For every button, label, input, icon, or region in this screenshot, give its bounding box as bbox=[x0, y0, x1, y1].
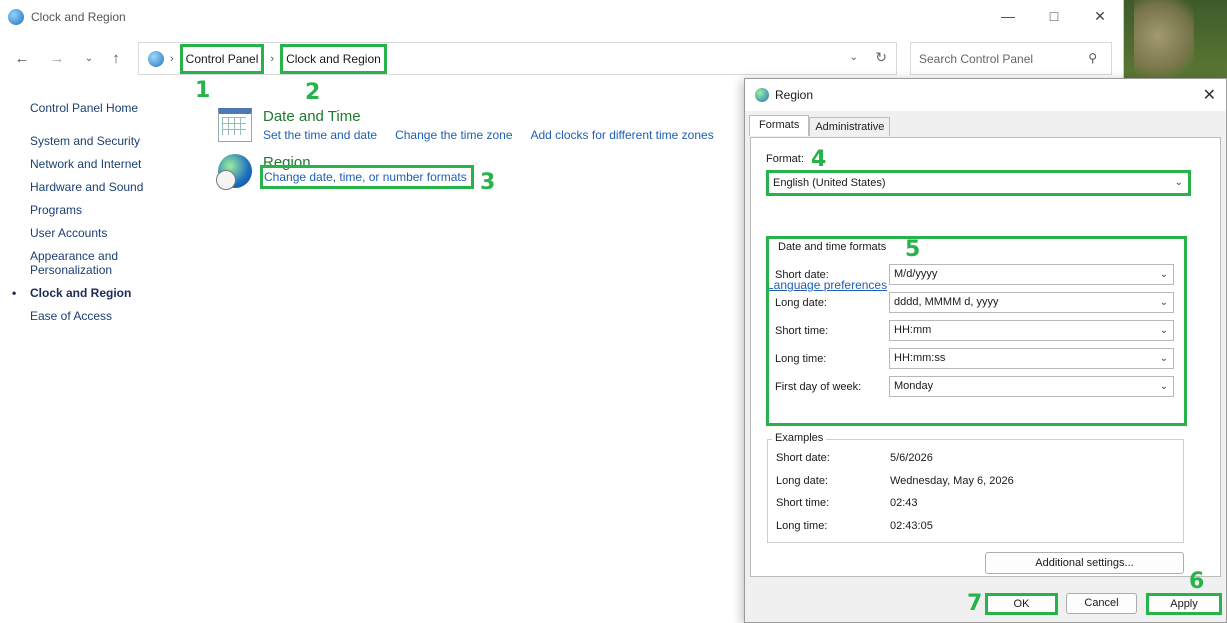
example-long-time-value: 02:43:05 bbox=[890, 520, 933, 532]
search-icon[interactable]: ⚲ bbox=[1088, 51, 1097, 65]
format-label: Format: bbox=[766, 153, 804, 165]
up-arrow-icon[interactable]: ↑ bbox=[106, 50, 126, 68]
nav-control-panel-home[interactable]: Control Panel Home bbox=[30, 101, 190, 115]
breadcrumb-control-panel[interactable]: Control Panel bbox=[179, 43, 265, 74]
breadcrumb-clock-and-region[interactable]: Clock and Region bbox=[280, 43, 387, 74]
link-set-time-and-date[interactable]: Set the time and date bbox=[263, 128, 377, 142]
chevron-down-icon: ⌄ bbox=[1159, 353, 1168, 364]
window-title: Clock and Region bbox=[31, 10, 126, 24]
example-short-date-value: 5/6/2026 bbox=[890, 452, 933, 464]
dialog-title-bar: Region ✕ bbox=[745, 79, 1226, 111]
control-panel-icon bbox=[8, 9, 24, 25]
address-dropdown-icon[interactable]: ⌄ bbox=[850, 52, 858, 63]
chevron-down-icon: ⌄ bbox=[1159, 325, 1168, 336]
chevron-down-icon: ⌄ bbox=[1159, 381, 1168, 392]
address-box[interactable]: › Control Panel › Clock and Region ⌄ ↻ bbox=[138, 42, 897, 75]
annotation-4: 4 bbox=[811, 147, 827, 172]
forward-arrow-icon[interactable]: → bbox=[47, 50, 67, 68]
short-date-dropdown[interactable]: M/d/yyyy ⌄ bbox=[889, 264, 1174, 285]
nav-hardware-and-sound[interactable]: Hardware and Sound bbox=[30, 180, 190, 194]
short-time-dropdown[interactable]: HH:mm ⌄ bbox=[889, 320, 1174, 341]
long-date-label: Long date: bbox=[775, 297, 827, 309]
long-time-label: Long time: bbox=[775, 353, 827, 365]
example-long-date-label: Long date: bbox=[776, 475, 828, 487]
globe-clock-icon bbox=[216, 154, 252, 190]
annotation-1: 1 bbox=[195, 78, 211, 103]
date-and-time-title[interactable]: Date and Time bbox=[263, 108, 361, 125]
formats-panel: Format: English (United States) ⌄ Langua… bbox=[750, 137, 1221, 577]
examples-label: Examples bbox=[772, 432, 827, 444]
recent-locations-chevron-icon[interactable]: ⌄ bbox=[79, 50, 99, 68]
long-time-value: HH:mm:ss bbox=[894, 352, 946, 364]
region-dialog: Region ✕ Formats Administrative Format: … bbox=[744, 78, 1227, 623]
window-controls: — □ ✕ bbox=[985, 0, 1123, 32]
nav-network-and-internet[interactable]: Network and Internet bbox=[30, 157, 190, 171]
minimize-icon[interactable]: — bbox=[985, 0, 1031, 32]
tab-administrative[interactable]: Administrative bbox=[809, 117, 891, 136]
example-long-date-value: Wednesday, May 6, 2026 bbox=[890, 475, 1014, 487]
nav-user-accounts[interactable]: User Accounts bbox=[30, 226, 190, 240]
additional-settings-button[interactable]: Additional settings... bbox=[985, 552, 1184, 574]
apply-button[interactable]: Apply bbox=[1146, 593, 1222, 615]
search-input[interactable] bbox=[919, 51, 1079, 66]
search-box[interactable]: ⚲ bbox=[910, 42, 1112, 75]
maximize-icon[interactable]: □ bbox=[1031, 0, 1077, 32]
address-bar: ← → ⌄ ↑ › Control Panel › Clock and Regi… bbox=[0, 40, 1124, 78]
nav-programs[interactable]: Programs bbox=[30, 203, 190, 217]
annotation-7: 7 bbox=[967, 591, 983, 616]
nav-clock-and-region[interactable]: Clock and Region bbox=[12, 286, 190, 300]
nav-appearance-and-personalization[interactable]: Appearance and Personalization bbox=[30, 249, 126, 277]
annotation-2: 2 bbox=[305, 80, 321, 105]
long-date-dropdown[interactable]: dddd, MMMM d, yyyy ⌄ bbox=[889, 292, 1174, 313]
control-panel-globe-icon bbox=[148, 50, 164, 67]
chevron-down-icon: ⌄ bbox=[1174, 177, 1183, 188]
link-add-clocks[interactable]: Add clocks for different time zones bbox=[531, 128, 714, 142]
examples-group: Examples Short date: 5/6/2026 Long date:… bbox=[767, 432, 1184, 543]
example-short-date-label: Short date: bbox=[776, 452, 830, 464]
dialog-tabs: Formats Administrative bbox=[749, 115, 891, 136]
date-time-formats-group: Date and time formats Short date: M/d/yy… bbox=[766, 236, 1187, 426]
nav-ease-of-access[interactable]: Ease of Access bbox=[30, 309, 190, 323]
back-arrow-icon[interactable]: ← bbox=[12, 50, 32, 68]
first-day-of-week-value: Monday bbox=[894, 380, 934, 392]
format-dropdown[interactable]: English (United States) ⌄ bbox=[766, 170, 1191, 196]
tab-formats[interactable]: Formats bbox=[749, 115, 810, 136]
close-icon[interactable]: ✕ bbox=[1077, 0, 1123, 32]
ok-button[interactable]: OK bbox=[985, 593, 1058, 615]
dialog-title: Region bbox=[775, 88, 814, 102]
refresh-icon[interactable]: ↻ bbox=[875, 49, 887, 66]
first-day-of-week-dropdown[interactable]: Monday ⌄ bbox=[889, 376, 1174, 397]
first-day-of-week-label: First day of week: bbox=[775, 381, 862, 393]
format-value: English (United States) bbox=[773, 177, 886, 189]
region-globe-icon bbox=[755, 88, 769, 102]
title-bar: Clock and Region — □ ✕ bbox=[0, 0, 1123, 34]
example-long-time-label: Long time: bbox=[776, 520, 828, 532]
short-time-label: Short time: bbox=[775, 325, 829, 337]
date-time-formats-label: Date and time formats bbox=[775, 241, 890, 253]
example-short-time-value: 02:43 bbox=[890, 497, 918, 509]
calendar-clock-icon bbox=[218, 108, 252, 142]
region-links: Change date, time, or number formats bbox=[260, 165, 492, 189]
nav-system-and-security[interactable]: System and Security bbox=[30, 134, 190, 148]
chevron-right-icon: › bbox=[170, 52, 174, 65]
short-date-value: M/d/yyyy bbox=[894, 268, 938, 280]
link-change-date-time-number-formats[interactable]: Change date, time, or number formats bbox=[260, 165, 474, 189]
close-icon[interactable]: ✕ bbox=[1203, 85, 1216, 105]
left-navigation: Control Panel Home System and Security N… bbox=[12, 101, 190, 332]
link-change-time-zone[interactable]: Change the time zone bbox=[395, 128, 512, 142]
annotation-5: 5 bbox=[905, 237, 921, 262]
chevron-right-icon: › bbox=[270, 52, 275, 65]
cancel-button[interactable]: Cancel bbox=[1066, 593, 1137, 614]
annotation-6: 6 bbox=[1189, 569, 1205, 594]
long-time-dropdown[interactable]: HH:mm:ss ⌄ bbox=[889, 348, 1174, 369]
short-time-value: HH:mm bbox=[894, 324, 932, 336]
chevron-down-icon: ⌄ bbox=[1159, 297, 1168, 308]
long-date-value: dddd, MMMM d, yyyy bbox=[894, 296, 999, 308]
chevron-down-icon: ⌄ bbox=[1159, 269, 1168, 280]
short-date-label: Short date: bbox=[775, 269, 829, 281]
date-and-time-links: Set the time and date Change the time zon… bbox=[263, 128, 732, 142]
example-short-time-label: Short time: bbox=[776, 497, 830, 509]
